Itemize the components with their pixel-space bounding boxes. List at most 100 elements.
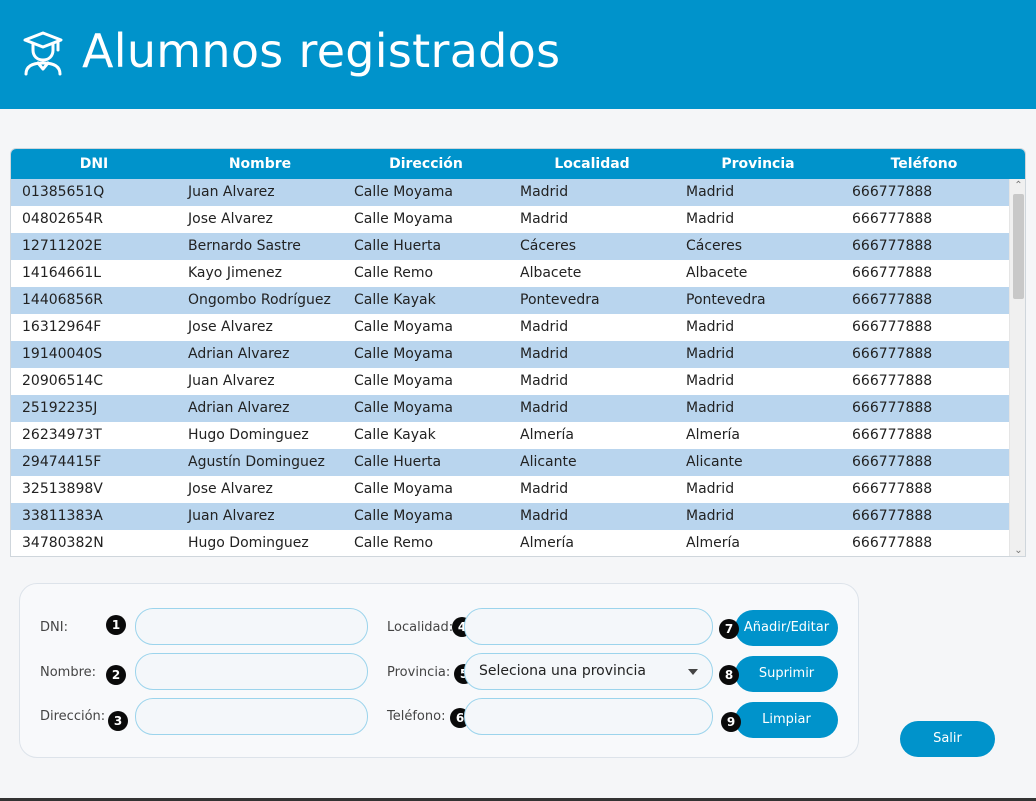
marker-1: 1 <box>106 615 126 635</box>
page-title: Alumnos registrados <box>82 24 561 78</box>
direccion-label: Dirección: <box>40 709 106 724</box>
cell-dni: 26234973T <box>22 427 102 443</box>
column-header-dni[interactable]: DNI <box>11 149 177 179</box>
cell-direccion: Calle Moyama <box>354 346 453 362</box>
cell-localidad: Albacete <box>520 265 582 281</box>
cell-provincia: Pontevedra <box>686 292 766 308</box>
cell-localidad: Madrid <box>520 481 569 497</box>
cell-localidad: Madrid <box>520 373 569 389</box>
cell-direccion: Calle Moyama <box>354 400 453 416</box>
direccion-field[interactable] <box>135 698 368 735</box>
nombre-label: Nombre: <box>40 665 97 680</box>
table-row[interactable]: 01385651Q Juan Alvarez Calle Moyama Madrid M… <box>11 179 1009 206</box>
cell-nombre: Juan Alvarez <box>188 508 275 524</box>
table-row[interactable]: 25192235J Adrian Alvarez Calle Moyama Madri… <box>11 395 1009 422</box>
marker-3: 3 <box>108 711 128 731</box>
marker-2: 2 <box>106 665 126 685</box>
app-header: Alumnos registrados <box>0 0 1036 109</box>
cell-telefono: 666777888 <box>852 373 933 389</box>
table-row[interactable]: 26234973T Hugo Dominguez Calle Kayak Almerí… <box>11 422 1009 449</box>
cell-telefono: 666777888 <box>852 454 933 470</box>
delete-button[interactable]: Suprimir <box>735 656 838 692</box>
clear-button[interactable]: Limpiar <box>735 702 838 738</box>
dni-label: DNI: <box>40 620 68 635</box>
cell-localidad: Madrid <box>520 346 569 362</box>
cell-direccion: Calle Remo <box>354 535 434 551</box>
student-form: DNI: 1 Nombre: 2 Dirección: 3 Localidad:… <box>19 583 859 758</box>
cell-provincia: Madrid <box>686 319 735 335</box>
provincia-select[interactable]: Seleciona una provincia <box>464 653 713 690</box>
column-header-localidad[interactable]: Localidad <box>509 149 675 179</box>
table-row[interactable]: 32513898V Jose Alvarez Calle Moyama Madrid M… <box>11 476 1009 503</box>
provincia-selected-value: Seleciona una provincia <box>479 663 646 679</box>
cell-dni: 25192235J <box>22 400 98 416</box>
scroll-down-icon[interactable]: ⌄ <box>1010 544 1025 556</box>
cell-nombre: Juan Alvarez <box>188 184 275 200</box>
scrollbar-thumb[interactable] <box>1013 194 1024 299</box>
cell-nombre: Ongombo Rodríguez <box>188 292 331 308</box>
cell-direccion: Calle Moyama <box>354 481 453 497</box>
cell-localidad: Alicante <box>520 454 577 470</box>
cell-dni: 16312964F <box>22 319 102 335</box>
column-header-nombre[interactable]: Nombre <box>177 149 343 179</box>
table-row[interactable]: 19140040S Adrian Alvarez Calle Moyama Madri… <box>11 341 1009 368</box>
cell-provincia: Albacete <box>686 265 748 281</box>
column-header-telefono[interactable]: Teléfono <box>841 149 1007 179</box>
cell-dni: 33811383A <box>22 508 103 524</box>
cell-localidad: Madrid <box>520 400 569 416</box>
cell-telefono: 666777888 <box>852 508 933 524</box>
cell-localidad: Cáceres <box>520 238 577 254</box>
cell-provincia: Madrid <box>686 184 735 200</box>
dni-field[interactable] <box>135 608 368 645</box>
add-edit-button[interactable]: Añadir/Editar <box>735 610 838 646</box>
cell-nombre: Hugo Dominguez <box>188 535 309 551</box>
cell-localidad: Madrid <box>520 319 569 335</box>
cell-direccion: Calle Moyama <box>354 373 453 389</box>
table-row[interactable]: 14406856R Ongombo Rodríguez Calle Kayak Pon… <box>11 287 1009 314</box>
table-row[interactable]: 12711202E Bernardo Sastre Calle Huerta Cáce… <box>11 233 1009 260</box>
cell-nombre: Jose Alvarez <box>188 211 273 227</box>
column-header-provincia[interactable]: Provincia <box>675 149 841 179</box>
table-body: 01385651Q Juan Alvarez Calle Moyama Madrid M… <box>11 179 1009 556</box>
cell-telefono: 666777888 <box>852 211 933 227</box>
nombre-field[interactable] <box>135 653 368 690</box>
cell-direccion: Calle Moyama <box>354 211 453 227</box>
cell-direccion: Calle Huerta <box>354 454 442 470</box>
cell-nombre: Adrian Alvarez <box>188 400 290 416</box>
cell-provincia: Madrid <box>686 373 735 389</box>
cell-localidad: Madrid <box>520 211 569 227</box>
marker-8: 8 <box>719 665 739 685</box>
cell-localidad: Pontevedra <box>520 292 600 308</box>
table-row[interactable]: 34780382N Hugo Dominguez Calle Remo Almería… <box>11 530 1009 556</box>
cell-dni: 29474415F <box>22 454 102 470</box>
cell-telefono: 666777888 <box>852 265 933 281</box>
cell-localidad: Madrid <box>520 184 569 200</box>
table-row[interactable]: 33811383A Juan Alvarez Calle Moyama Madrid M… <box>11 503 1009 530</box>
cell-telefono: 666777888 <box>852 427 933 443</box>
column-header-direccion[interactable]: Dirección <box>343 149 509 179</box>
cell-direccion: Calle Moyama <box>354 508 453 524</box>
cell-provincia: Madrid <box>686 211 735 227</box>
cell-telefono: 666777888 <box>852 481 933 497</box>
telefono-field[interactable] <box>464 698 713 735</box>
localidad-field[interactable] <box>464 608 713 645</box>
exit-button[interactable]: Salir <box>900 721 995 757</box>
table-row[interactable]: 04802654R Jose Alvarez Calle Moyama Madrid M… <box>11 206 1009 233</box>
cell-dni: 12711202E <box>22 238 103 254</box>
cell-provincia: Almería <box>686 535 740 551</box>
table-row[interactable]: 16312964F Jose Alvarez Calle Moyama Madrid M… <box>11 314 1009 341</box>
table-row[interactable]: 29474415F Agustín Dominguez Calle Huerta Al… <box>11 449 1009 476</box>
cell-provincia: Cáceres <box>686 238 743 254</box>
table-scrollbar[interactable]: ⌃ ⌄ <box>1009 179 1025 556</box>
table-row[interactable]: 14164661L Kayo Jimenez Calle Remo Albacete A… <box>11 260 1009 287</box>
cell-telefono: 666777888 <box>852 535 933 551</box>
scroll-up-icon[interactable]: ⌃ <box>1010 179 1025 192</box>
table-row[interactable]: 20906514C Juan Alvarez Calle Moyama Madrid M… <box>11 368 1009 395</box>
cell-nombre: Bernardo Sastre <box>188 238 301 254</box>
cell-dni: 32513898V <box>22 481 103 497</box>
marker-7: 7 <box>719 619 739 639</box>
marker-9: 9 <box>721 712 741 732</box>
cell-direccion: Calle Moyama <box>354 184 453 200</box>
cell-provincia: Almería <box>686 427 740 443</box>
cell-provincia: Madrid <box>686 508 735 524</box>
